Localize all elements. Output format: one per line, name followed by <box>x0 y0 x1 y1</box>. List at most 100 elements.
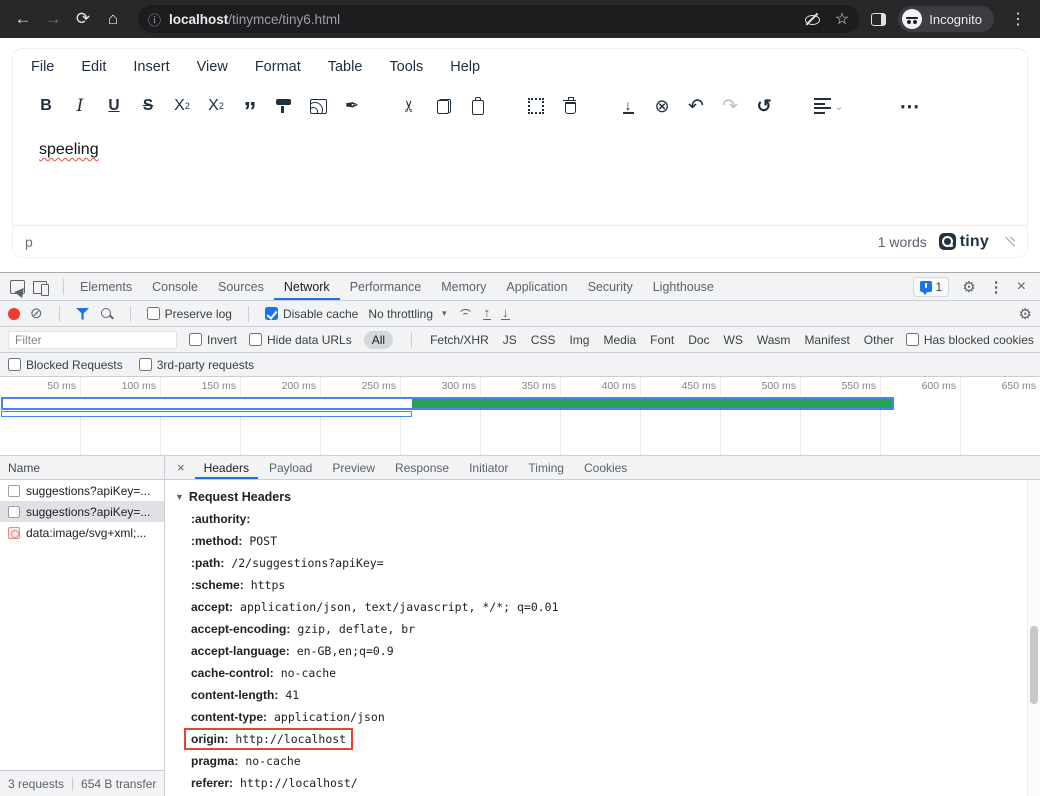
blocked-requests-checkbox[interactable] <box>8 358 21 371</box>
subscript-button[interactable]: X2 <box>167 92 197 120</box>
delete-button[interactable] <box>555 92 585 120</box>
eye-off-icon[interactable] <box>803 13 821 25</box>
italic-button[interactable]: I <box>65 92 95 120</box>
third-party-checkbox[interactable] <box>139 358 152 371</box>
menu-item[interactable]: Help <box>450 59 480 75</box>
devtools-menu-icon[interactable]: ⋮ <box>989 278 1004 296</box>
word-count[interactable]: 1 words <box>878 234 927 250</box>
record-icon[interactable] <box>8 308 20 320</box>
search-icon[interactable] <box>100 307 114 321</box>
detail-tab[interactable]: Response <box>386 457 458 479</box>
side-panel-icon[interactable] <box>871 13 886 26</box>
filter-type[interactable]: CSS <box>531 333 556 347</box>
forward-icon[interactable]: → <box>40 6 66 32</box>
home-icon[interactable]: ⌂ <box>100 6 126 32</box>
menu-item[interactable]: Edit <box>81 59 106 75</box>
select-all-button[interactable] <box>521 92 551 120</box>
devtools-tab[interactable]: Memory <box>431 274 496 300</box>
resize-grip[interactable] <box>1005 237 1015 247</box>
device-toolbar-icon[interactable] <box>33 280 49 294</box>
undo-button[interactable]: ↶ <box>681 92 711 120</box>
filter-type[interactable]: Other <box>864 333 894 347</box>
requests-name-header[interactable]: Name <box>0 456 164 480</box>
devtools-close-icon[interactable]: × <box>1017 278 1026 296</box>
underline-button[interactable]: U <box>99 92 129 120</box>
network-settings-icon[interactable]: ⚙ <box>1019 305 1032 323</box>
filter-type[interactable]: Fetch/XHR <box>430 333 489 347</box>
address-bar[interactable]: ⓘ localhost/tinymce/tiny6.html ☆ <box>138 5 859 33</box>
devtools-settings-icon[interactable]: ⚙ <box>962 278 975 296</box>
cut-button[interactable]: ✂ <box>395 92 425 120</box>
filter-type[interactable]: Wasm <box>757 333 791 347</box>
strikethrough-button[interactable]: S <box>133 92 163 120</box>
copy-button[interactable] <box>429 92 459 120</box>
filter-type[interactable]: Font <box>650 333 674 347</box>
menu-item[interactable]: Insert <box>133 59 169 75</box>
preserve-log-toggle[interactable]: Preserve log <box>147 307 232 321</box>
invert-toggle[interactable]: Invert <box>189 333 237 347</box>
network-overview[interactable]: 50 ms100 ms150 ms200 ms250 ms300 ms350 m… <box>0 377 1040 456</box>
browser-menu-icon[interactable]: ⋮ <box>1006 9 1030 29</box>
align-button[interactable]: ⌄ <box>807 92 851 120</box>
import-har-icon[interactable]: ↑ <box>483 307 492 320</box>
detail-tab[interactable]: Payload <box>260 457 321 479</box>
detail-tab[interactable]: Headers <box>195 457 258 479</box>
bold-button[interactable]: B <box>31 92 61 120</box>
scrollbar-thumb[interactable] <box>1030 626 1038 704</box>
export-button[interactable]: ↓ <box>613 92 643 120</box>
menu-item[interactable]: Tools <box>389 59 423 75</box>
site-info-icon[interactable]: ⓘ <box>148 10 161 29</box>
element-path[interactable]: p <box>25 234 33 250</box>
detail-tab[interactable]: Cookies <box>575 457 636 479</box>
detail-scrollbar[interactable] <box>1027 480 1040 796</box>
devtools-tab[interactable]: Performance <box>340 274 432 300</box>
permanent-pen-button[interactable]: ✒ <box>337 92 367 120</box>
inspect-element-icon[interactable] <box>10 280 25 294</box>
format-painter-button[interactable] <box>269 92 299 120</box>
detail-tab[interactable]: Timing <box>519 457 573 479</box>
background-image-button[interactable] <box>303 92 333 120</box>
menu-item[interactable]: Table <box>328 59 363 75</box>
filter-funnel-icon[interactable] <box>76 308 90 320</box>
menu-item[interactable]: File <box>31 59 54 75</box>
blockquote-button[interactable]: ” <box>235 92 265 120</box>
disable-cache-checkbox[interactable] <box>265 307 278 320</box>
hide-data-urls-checkbox[interactable] <box>249 333 262 346</box>
devtools-tab[interactable]: Security <box>578 274 643 300</box>
network-conditions-icon[interactable] <box>457 308 473 320</box>
filter-input[interactable] <box>8 331 177 349</box>
devtools-tab[interactable]: Sources <box>208 274 274 300</box>
detail-tab[interactable]: Preview <box>323 457 384 479</box>
editor-content-area[interactable]: speeling <box>13 127 1027 225</box>
misspelled-word[interactable]: speeling <box>39 141 99 158</box>
more-toolbar-button[interactable]: ⋯ <box>895 92 925 120</box>
request-row[interactable]: suggestions?apiKey=... <box>0 480 164 501</box>
paste-button[interactable] <box>463 92 493 120</box>
throttling-select[interactable]: No throttling ▾ <box>368 307 446 321</box>
devtools-tab[interactable]: Console <box>142 274 208 300</box>
hide-data-urls-toggle[interactable]: Hide data URLs <box>249 333 352 347</box>
filter-type-all[interactable]: All <box>364 331 393 349</box>
disable-cache-toggle[interactable]: Disable cache <box>265 307 358 321</box>
menu-item[interactable]: Format <box>255 59 301 75</box>
devtools-tab[interactable]: Lighthouse <box>643 274 724 300</box>
bookmark-star-icon[interactable]: ☆ <box>835 9 849 29</box>
clear-icon[interactable]: ⊘ <box>30 308 43 320</box>
filter-type[interactable]: Media <box>603 333 636 347</box>
superscript-button[interactable]: X2 <box>201 92 231 120</box>
third-party-toggle[interactable]: 3rd-party requests <box>139 358 254 372</box>
invert-checkbox[interactable] <box>189 333 202 346</box>
restore-draft-button[interactable]: ↺ <box>749 92 779 120</box>
detail-close-icon[interactable]: × <box>171 460 193 475</box>
reload-icon[interactable]: ⟳ <box>70 6 96 32</box>
devtools-tab[interactable]: Network <box>274 274 340 300</box>
has-blocked-cookies-checkbox[interactable] <box>906 333 919 346</box>
issues-badge[interactable]: 1 <box>913 277 950 297</box>
export-har-icon[interactable]: ↓ <box>501 307 510 320</box>
redo-button[interactable]: ↷ <box>715 92 745 120</box>
request-row[interactable]: data:image/svg+xml;... <box>0 522 164 543</box>
preserve-log-checkbox[interactable] <box>147 307 160 320</box>
request-headers-section[interactable]: ▼ Request Headers <box>175 486 1024 508</box>
has-blocked-cookies-toggle[interactable]: Has blocked cookies <box>906 333 1034 347</box>
menu-item[interactable]: View <box>197 59 228 75</box>
